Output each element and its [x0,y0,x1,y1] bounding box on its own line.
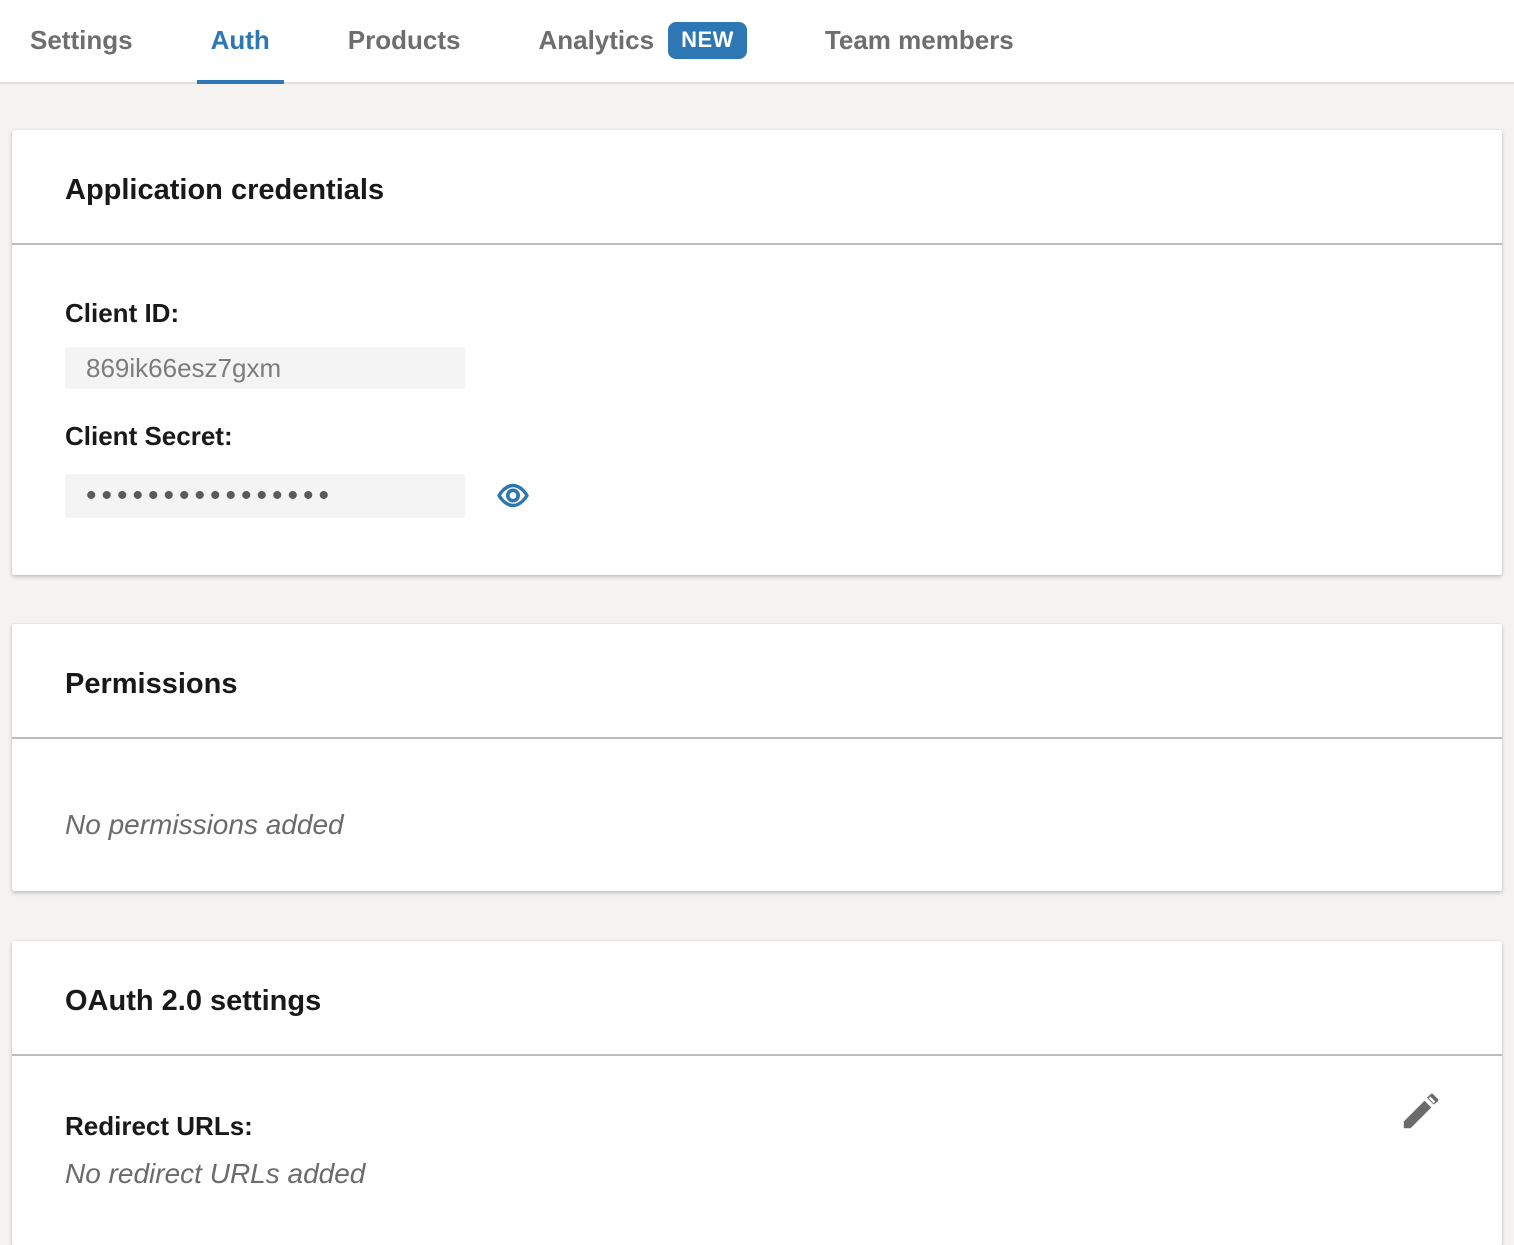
tab-products[interactable]: Products [334,0,475,84]
no-permissions-text: No permissions added [65,809,1449,841]
client-secret-row: •••••••••••••••• [65,452,1449,518]
tab-team-members-label: Team members [825,25,1014,56]
tab-team-members[interactable]: Team members [811,0,1028,84]
client-id-value: 869ik66esz7gxm [65,347,465,389]
application-credentials-body: Client ID: 869ik66esz7gxm Client Secret:… [12,245,1502,575]
tab-auth-label: Auth [211,25,270,56]
permissions-card: Permissions No permissions added [12,624,1502,891]
permissions-title: Permissions [65,668,237,700]
tab-analytics[interactable]: Analytics NEW [524,0,760,84]
redirect-urls-label: Redirect URLs: [65,1111,1449,1142]
tab-bar: Settings Auth Products Analytics NEW Tea… [0,0,1514,84]
permissions-header: Permissions [12,624,1502,739]
no-redirect-urls-text: No redirect URLs added [65,1158,1449,1190]
tab-analytics-label: Analytics [538,25,654,56]
tab-settings[interactable]: Settings [16,0,147,84]
show-secret-button[interactable] [495,482,531,509]
oauth-settings-header: OAuth 2.0 settings [12,941,1502,1056]
tab-products-label: Products [348,25,461,56]
new-badge: NEW [668,22,747,59]
oauth-settings-body: Redirect URLs: No redirect URLs added [12,1056,1502,1245]
oauth-settings-title: OAuth 2.0 settings [65,985,321,1017]
application-credentials-header: Application credentials [12,130,1502,245]
permissions-body: No permissions added [12,739,1502,891]
tab-auth[interactable]: Auth [197,0,284,84]
oauth-settings-card: OAuth 2.0 settings Redirect URLs: No red… [12,941,1502,1245]
client-secret-label: Client Secret: [65,421,1449,452]
client-id-label: Client ID: [65,298,1449,329]
application-credentials-card: Application credentials Client ID: 869ik… [12,130,1502,575]
pencil-icon [1398,1122,1444,1137]
client-secret-value: •••••••••••••••• [65,474,465,518]
application-credentials-title: Application credentials [65,174,384,206]
eye-icon [495,497,531,512]
tab-settings-label: Settings [30,25,133,56]
edit-redirect-urls-button[interactable] [1398,1088,1444,1134]
